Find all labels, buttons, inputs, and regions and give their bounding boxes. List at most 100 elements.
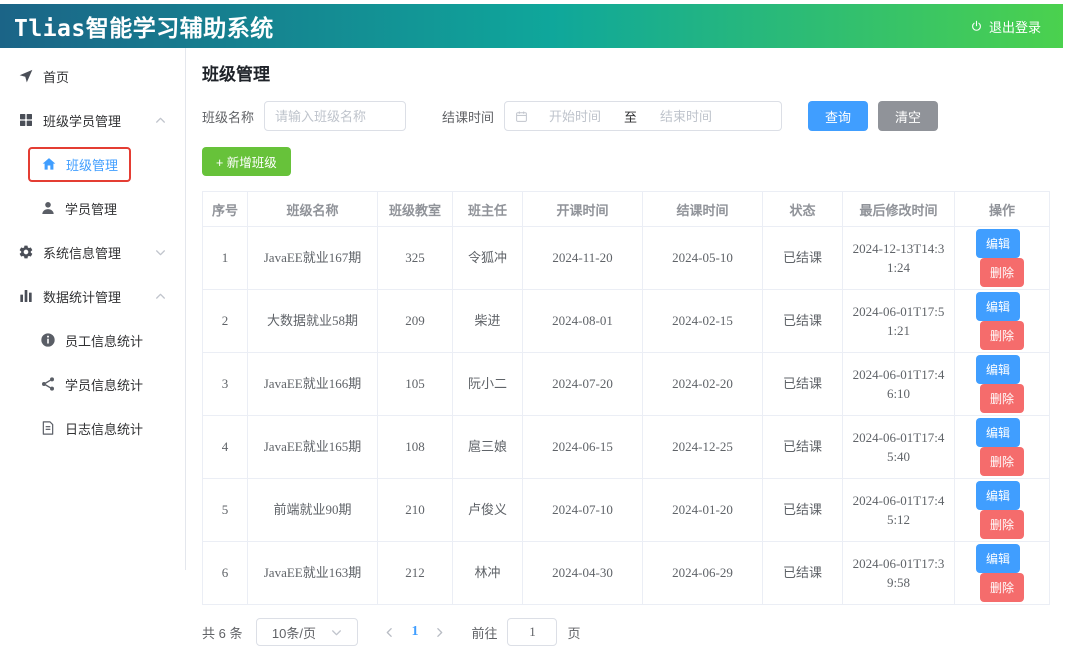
cell-class-name: JavaEE就业163期 <box>248 542 378 605</box>
cell-modified: 2024-06-01T17:51:21 <box>843 290 955 353</box>
page-size-select[interactable]: 10条/页 <box>256 618 358 646</box>
chevron-up-icon <box>154 114 167 127</box>
cell-start-date: 2024-06-15 <box>523 416 643 479</box>
query-button[interactable]: 查询 <box>808 101 868 131</box>
cell-start-date: 2024-07-10 <box>523 479 643 542</box>
cell-end-date: 2024-02-20 <box>643 353 763 416</box>
sidebar-group-class-student-mgmt[interactable]: 班级学员管理 <box>0 98 185 142</box>
sidebar-item-log-stats[interactable]: 日志信息统计 <box>0 406 185 450</box>
edit-button[interactable]: 编辑 <box>976 418 1020 447</box>
col-header-start-date: 开课时间 <box>523 192 643 227</box>
gear-icon <box>18 244 34 260</box>
delete-button[interactable]: 删除 <box>980 447 1024 476</box>
cell-classroom: 325 <box>378 227 453 290</box>
cell-teacher: 卢俊义 <box>453 479 523 542</box>
bar-chart-icon <box>18 288 34 304</box>
sidebar-item-student-stats[interactable]: 学员信息统计 <box>0 362 185 406</box>
sidebar-group-data-stats-mgmt[interactable]: 数据统计管理 <box>0 274 185 318</box>
main-content: 班级管理 班级名称 结课时间 至 查询 清空 + 新增班级 <box>186 48 1066 570</box>
cell-modified: 2024-12-13T14:31:24 <box>843 227 955 290</box>
cell-no: 1 <box>203 227 248 290</box>
cell-teacher: 令狐冲 <box>453 227 523 290</box>
add-class-button[interactable]: + 新增班级 <box>202 147 291 176</box>
edit-button[interactable]: 编辑 <box>976 292 1020 321</box>
col-header-teacher: 班主任 <box>453 192 523 227</box>
col-header-modified: 最后修改时间 <box>843 192 955 227</box>
chevron-down-icon <box>154 246 167 259</box>
info-icon <box>40 332 56 348</box>
range-separator: 至 <box>618 107 643 126</box>
cell-no: 6 <box>203 542 248 605</box>
delete-button[interactable]: 删除 <box>980 573 1024 602</box>
sidebar-item-employee-stats[interactable]: 员工信息统计 <box>0 318 185 362</box>
sidebar-item-class-mgmt[interactable]: 班级管理 <box>0 142 185 186</box>
class-name-label: 班级名称 <box>202 107 254 126</box>
cell-actions: 编辑删除 <box>955 353 1050 416</box>
cell-actions: 编辑删除 <box>955 542 1050 605</box>
chevron-up-icon <box>154 290 167 303</box>
cell-status: 已结课 <box>763 290 843 353</box>
page-unit-label: 页 <box>567 623 580 642</box>
table-row: 1 JavaEE就业167期 325 令狐冲 2024-11-20 2024-0… <box>203 227 1050 290</box>
cell-no: 5 <box>203 479 248 542</box>
cell-status: 已结课 <box>763 542 843 605</box>
delete-button[interactable]: 删除 <box>980 321 1024 350</box>
table-header-row: 序号 班级名称 班级教室 班主任 开课时间 结课时间 状态 最后修改时间 操作 <box>203 192 1050 227</box>
cell-classroom: 212 <box>378 542 453 605</box>
date-range-picker[interactable]: 至 <box>504 101 782 131</box>
table-row: 4 JavaEE就业165期 108 扈三娘 2024-06-15 2024-1… <box>203 416 1050 479</box>
cell-start-date: 2024-07-20 <box>523 353 643 416</box>
cell-status: 已结课 <box>763 227 843 290</box>
current-page[interactable]: 1 <box>405 624 424 640</box>
goto-page-input[interactable] <box>507 618 557 646</box>
col-header-actions: 操作 <box>955 192 1050 227</box>
cell-modified: 2024-06-01T17:45:12 <box>843 479 955 542</box>
class-name-input[interactable] <box>264 101 406 131</box>
home-icon <box>41 156 57 172</box>
pagination-bar: 共 6 条 10条/页 1 前 <box>202 618 1050 646</box>
cell-no: 4 <box>203 416 248 479</box>
next-page-button[interactable] <box>424 626 455 639</box>
cell-status: 已结课 <box>763 416 843 479</box>
col-header-classroom: 班级教室 <box>378 192 453 227</box>
sidebar-group-label: 系统信息管理 <box>43 243 121 262</box>
delete-button[interactable]: 删除 <box>980 510 1024 539</box>
cell-class-name: JavaEE就业166期 <box>248 353 378 416</box>
sidebar-item-label: 学员管理 <box>65 199 117 218</box>
cell-classroom: 105 <box>378 353 453 416</box>
end-date-input[interactable] <box>643 109 729 124</box>
prev-page-button[interactable] <box>374 626 405 639</box>
delete-button[interactable]: 删除 <box>980 384 1024 413</box>
sidebar: 首页 班级学员管理 班级管理 <box>0 48 186 570</box>
sidebar-item-label: 日志信息统计 <box>65 419 143 438</box>
edit-button[interactable]: 编辑 <box>976 544 1020 573</box>
cell-actions: 编辑删除 <box>955 416 1050 479</box>
sidebar-group-label: 班级学员管理 <box>43 111 121 130</box>
cell-classroom: 108 <box>378 416 453 479</box>
edit-button[interactable]: 编辑 <box>976 355 1020 384</box>
start-date-input[interactable] <box>532 109 618 124</box>
edit-button[interactable]: 编辑 <box>976 481 1020 510</box>
cell-classroom: 209 <box>378 290 453 353</box>
cell-class-name: 前端就业90期 <box>248 479 378 542</box>
sidebar-item-student-mgmt[interactable]: 学员管理 <box>0 186 185 230</box>
delete-button[interactable]: 删除 <box>980 258 1024 287</box>
cell-classroom: 210 <box>378 479 453 542</box>
cell-teacher: 扈三娘 <box>453 416 523 479</box>
col-header-end-date: 结课时间 <box>643 192 763 227</box>
calendar-icon <box>515 110 528 123</box>
clear-button[interactable]: 清空 <box>878 101 938 131</box>
sidebar-item-label: 班级管理 <box>66 155 118 174</box>
logout-button[interactable]: 退出登录 <box>970 17 1041 36</box>
sidebar-item-home[interactable]: 首页 <box>0 54 185 98</box>
cell-end-date: 2024-05-10 <box>643 227 763 290</box>
cell-end-date: 2024-01-20 <box>643 479 763 542</box>
edit-button[interactable]: 编辑 <box>976 229 1020 258</box>
sidebar-group-system-info-mgmt[interactable]: 系统信息管理 <box>0 230 185 274</box>
cell-class-name: JavaEE就业165期 <box>248 416 378 479</box>
power-icon <box>970 20 983 33</box>
app-window: Tlias智能学习辅助系统 退出登录 首页 班级学员管理 <box>0 4 1063 570</box>
chevron-right-icon <box>433 626 446 639</box>
chevron-left-icon <box>383 626 396 639</box>
cell-status: 已结课 <box>763 353 843 416</box>
